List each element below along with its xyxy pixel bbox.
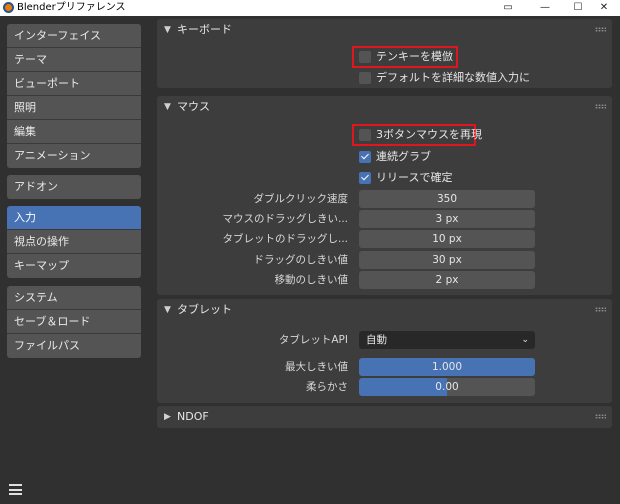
sidebar-item-addons[interactable]: アドオン — [7, 175, 141, 199]
checkbox-label: リリースで確定 — [376, 171, 453, 184]
checkbox-box[interactable] — [359, 172, 371, 184]
field-label: マウスのドラッグしきい... — [222, 213, 348, 225]
sidebar-item-interface[interactable]: インターフェイス — [7, 24, 141, 48]
checkbox-label: テンキーを模倣 — [376, 50, 453, 63]
drag-grip-icon[interactable] — [595, 27, 606, 32]
nav-group-general: インターフェイス テーマ ビューポート 照明 編集 アニメーション — [7, 24, 141, 168]
keyboard-panel: ▼ キーボード テンキーを模倣 デフォルトを詳細な数値入力に — [157, 19, 612, 88]
mouse-panel-header[interactable]: ▼ マウス — [157, 96, 612, 118]
field-label: 移動のしきい値 — [274, 274, 349, 286]
title-bar: Blenderプリファレンス ▭ — ☐ ✕ — [0, 0, 620, 16]
sidebar-item-themes[interactable]: テーマ — [7, 48, 141, 72]
drag-threshold-field[interactable]: 30 px — [359, 251, 535, 269]
sidebar-item-input[interactable]: 入力 — [7, 206, 141, 230]
mouse-drag-threshold-row: マウスのドラッグしきい... 3 px — [157, 210, 612, 228]
double-click-speed-row: ダブルクリック速度 350 — [157, 190, 612, 208]
sidebar: インターフェイス テーマ ビューポート 照明 編集 アニメーション アドオン 入… — [0, 16, 150, 504]
checkbox-label: デフォルトを詳細な数値入力に — [376, 71, 530, 84]
dropdown-value: 自動 — [366, 334, 387, 346]
nav-group-addons: アドオン — [7, 175, 141, 199]
tablet-drag-threshold-row: タブレットのドラッグし... 10 px — [157, 230, 612, 248]
mouse-panel: ▼ マウス 3ボタンマウスを再現 連続グラブ リリースで確定 ダブルクリック速度… — [157, 96, 612, 295]
sidebar-item-keymap[interactable]: キーマップ — [7, 254, 141, 278]
slider-value: 1.000 — [431, 361, 463, 373]
mouse-drag-threshold-field[interactable]: 3 px — [359, 210, 535, 228]
restore-icon[interactable]: ▭ — [490, 0, 526, 16]
softness-row: 柔らかさ 0.00 — [157, 378, 612, 396]
sidebar-item-navigation[interactable]: 視点の操作 — [7, 230, 141, 254]
chevron-down-icon: ⌄ — [521, 335, 529, 345]
close-button[interactable]: ✕ — [586, 0, 620, 16]
checkbox-box[interactable] — [359, 51, 371, 63]
drag-grip-icon[interactable] — [595, 414, 606, 419]
field-label: タブレットのドラッグし... — [222, 233, 348, 245]
tablet-api-dropdown[interactable]: 自動 ⌄ — [359, 331, 535, 349]
tablet-panel: ▼ タブレット タブレットAPI 自動 ⌄ 最大しきい値 1.000 柔らかさ … — [157, 299, 612, 403]
sidebar-item-editing[interactable]: 編集 — [7, 120, 141, 144]
sidebar-item-system[interactable]: システム — [7, 286, 141, 310]
window-title: Blenderプリファレンス — [17, 2, 126, 13]
chevron-right-icon: ▶ — [164, 412, 171, 422]
keyboard-panel-header[interactable]: ▼ キーボード — [157, 19, 612, 41]
max-threshold-row: 最大しきい値 1.000 — [157, 358, 612, 376]
checkbox-box[interactable] — [359, 151, 371, 163]
sidebar-item-save-load[interactable]: セーブ＆ロード — [7, 310, 141, 334]
checkbox-box[interactable] — [359, 72, 371, 84]
field-label: ドラッグのしきい値 — [253, 254, 349, 266]
ndof-panel-header[interactable]: ▶ NDOF — [157, 406, 612, 428]
field-label: タブレットAPI — [278, 334, 348, 346]
checkbox-box[interactable] — [359, 129, 371, 141]
double-click-speed-field[interactable]: 350 — [359, 190, 535, 208]
sidebar-item-animation[interactable]: アニメーション — [7, 144, 141, 168]
ndof-panel: ▶ NDOF — [157, 406, 612, 428]
field-label: ダブルクリック速度 — [253, 193, 349, 205]
field-label: 柔らかさ — [306, 381, 348, 393]
blender-logo-icon — [3, 2, 14, 13]
minimize-button[interactable]: — — [527, 0, 563, 16]
nav-group-system: システム セーブ＆ロード ファイルパス — [7, 286, 141, 358]
menu-icon[interactable] — [9, 484, 22, 495]
tablet-drag-threshold-field[interactable]: 10 px — [359, 230, 535, 248]
motion-threshold-row: 移動のしきい値 2 px — [157, 271, 612, 289]
slider-value: 0.00 — [435, 381, 459, 393]
ndof-panel-title: NDOF — [177, 410, 209, 423]
nav-group-input: 入力 視点の操作 キーマップ — [7, 206, 141, 278]
sidebar-item-file-paths[interactable]: ファイルパス — [7, 334, 141, 358]
mouse-panel-title: マウス — [177, 100, 210, 113]
drag-grip-icon[interactable] — [595, 104, 606, 109]
sidebar-item-lights[interactable]: 照明 — [7, 96, 141, 120]
checkbox-label: 連続グラブ — [376, 150, 431, 163]
checkbox-label: 3ボタンマウスを再現 — [376, 128, 482, 141]
drag-threshold-row: ドラッグのしきい値 30 px — [157, 251, 612, 269]
tablet-api-row: タブレットAPI 自動 ⌄ — [157, 331, 612, 349]
keyboard-panel-title: キーボード — [177, 23, 232, 36]
tablet-panel-header[interactable]: ▼ タブレット — [157, 299, 612, 321]
sidebar-item-viewport[interactable]: ビューポート — [7, 72, 141, 96]
chevron-down-icon: ▼ — [164, 305, 171, 315]
field-label: 最大しきい値 — [285, 361, 348, 373]
chevron-down-icon: ▼ — [164, 102, 171, 112]
motion-threshold-field[interactable]: 2 px — [359, 271, 535, 289]
chevron-down-icon: ▼ — [164, 25, 171, 35]
max-threshold-slider[interactable]: 1.000 — [359, 358, 535, 376]
softness-slider[interactable]: 0.00 — [359, 378, 535, 396]
tablet-panel-title: タブレット — [177, 303, 232, 316]
drag-grip-icon[interactable] — [595, 307, 606, 312]
